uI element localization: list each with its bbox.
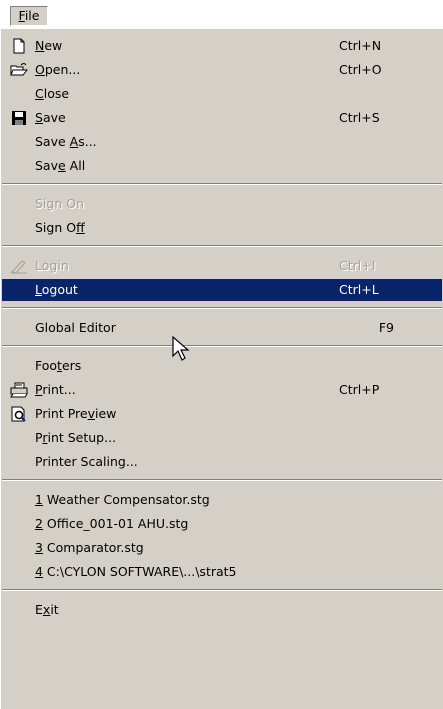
shortcut-label: Ctrl+P — [339, 382, 380, 397]
menu-item-label: Exit — [35, 602, 59, 617]
menu-item-print-setup[interactable]: Print Setup... — [2, 427, 442, 449]
mouse-cursor-icon — [172, 336, 190, 361]
menu-item-global-editor[interactable]: Global Editor F9 — [2, 317, 442, 339]
menu-item-login: Login Ctrl+I — [2, 255, 442, 277]
menu-item-exit[interactable]: Exit — [2, 599, 442, 621]
menu-item-label: Sign On — [35, 196, 85, 211]
menu-item-sign-on: Sign On — [2, 193, 442, 215]
printer-icon — [10, 382, 28, 398]
menu-item-label: Printer Scaling... — [35, 454, 138, 469]
recent-file-item[interactable]: 3 Comparator.stg — [2, 537, 442, 559]
menu-item-label: Print Setup... — [35, 430, 117, 445]
menu-item-logout[interactable]: Logout Ctrl+L — [2, 279, 442, 301]
menu-item-footers[interactable]: Footers — [2, 355, 442, 377]
menu-item-label: Open... — [35, 62, 81, 77]
menu-item-label: Save — [35, 110, 66, 125]
new-document-icon — [13, 38, 25, 54]
recent-file-item[interactable]: 4 C:\CYLON SOFTWARE\...\strat5 — [2, 561, 442, 583]
menu-item-print-preview[interactable]: Print Preview — [2, 403, 442, 425]
menu-item-label: Global Editor — [35, 320, 116, 335]
menu-separator — [2, 307, 442, 309]
menu-separator — [2, 589, 442, 591]
menu-item-save-as[interactable]: Save As... — [2, 131, 442, 153]
open-folder-icon — [10, 63, 28, 76]
menu-item-new[interactable]: New Ctrl+N — [2, 35, 442, 57]
menu-item-label: Save All — [35, 158, 86, 173]
menu-item-label: 2 Office_001-01 AHU.stg — [35, 516, 189, 531]
shortcut-label: Ctrl+I — [339, 258, 376, 273]
print-preview-icon — [11, 406, 26, 422]
menu-separator — [2, 345, 442, 347]
recent-file-item[interactable]: 1 Weather Compensator.stg — [2, 489, 442, 511]
menu-item-label: Logout — [35, 282, 78, 297]
file-menu-label: File — [18, 8, 40, 23]
menu-separator — [2, 479, 442, 481]
menu-item-label: Footers — [35, 358, 82, 373]
menu-item-label: Print... — [35, 382, 76, 397]
menu-item-label: 4 C:\CYLON SOFTWARE\...\strat5 — [35, 564, 237, 579]
menu-bar: File — [0, 0, 443, 28]
floppy-disk-icon — [12, 111, 26, 125]
menu-item-label: 3 Comparator.stg — [35, 540, 144, 555]
menu-item-label: Close — [35, 86, 70, 101]
shortcut-label: Ctrl+O — [339, 62, 382, 77]
file-menu-dropdown: New Ctrl+N Open... Ctrl+O Close Save Ctr… — [0, 28, 443, 709]
menu-item-label: Login — [35, 258, 69, 273]
file-menu-button[interactable]: File — [10, 6, 48, 26]
menu-item-sign-off[interactable]: Sign Off — [2, 217, 442, 239]
menu-item-printer-scaling[interactable]: Printer Scaling... — [2, 451, 442, 473]
menu-item-label: Sign Off — [35, 220, 85, 235]
menu-separator — [2, 245, 442, 247]
menu-item-label: Save As... — [35, 134, 97, 149]
menu-item-open[interactable]: Open... Ctrl+O — [2, 59, 442, 81]
pen-icon — [11, 260, 27, 274]
menu-item-label: New — [35, 38, 63, 53]
shortcut-label: F9 — [378, 320, 394, 335]
shortcut-label: Ctrl+L — [339, 282, 379, 297]
menu-item-print[interactable]: Print... Ctrl+P — [2, 379, 442, 401]
menu-separator — [2, 183, 442, 185]
recent-file-item[interactable]: 2 Office_001-01 AHU.stg — [2, 513, 442, 535]
menu-item-label: Print Preview — [35, 406, 117, 421]
menu-item-save-all[interactable]: Save All — [2, 155, 442, 177]
shortcut-label: Ctrl+N — [339, 38, 382, 53]
menu-item-save[interactable]: Save Ctrl+S — [2, 107, 442, 129]
menu-item-label: 1 Weather Compensator.stg — [35, 492, 210, 507]
menu-item-close[interactable]: Close — [2, 83, 442, 105]
shortcut-label: Ctrl+S — [339, 110, 380, 125]
